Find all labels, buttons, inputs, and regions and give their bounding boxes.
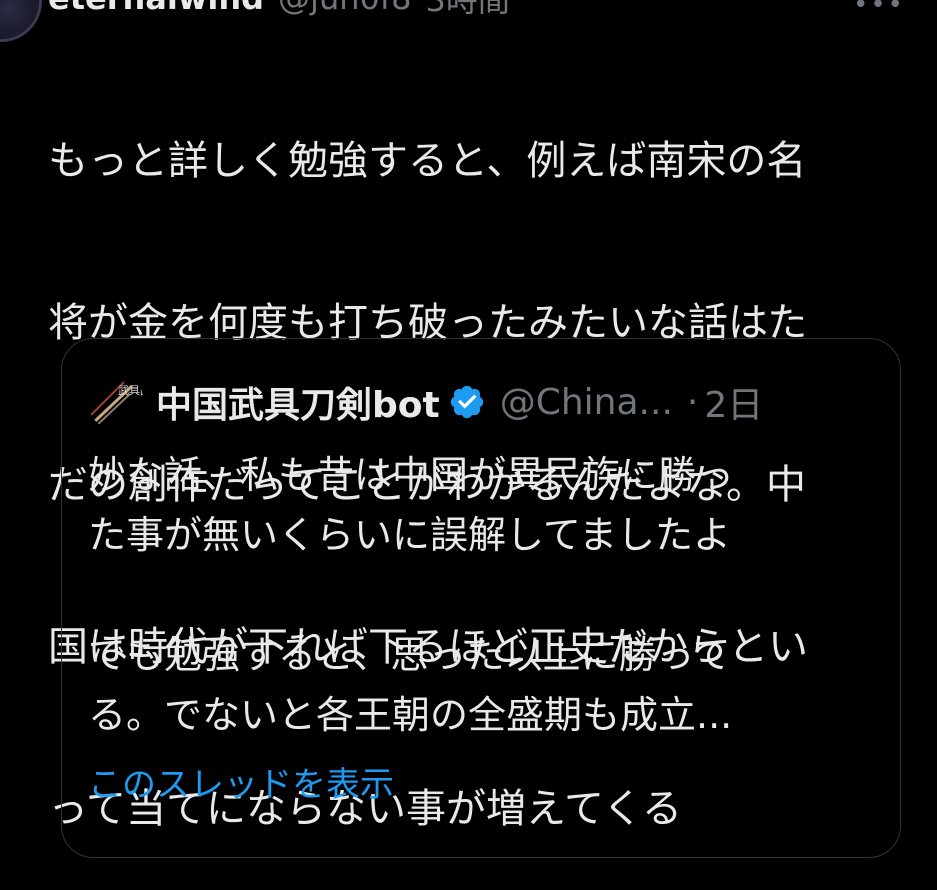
quote-text-line: でも勉強すると、思った以上に勝って: [88, 633, 731, 677]
author-name[interactable]: eternalwind: [48, 0, 264, 17]
show-thread-link[interactable]: このスレッドを表示: [88, 757, 394, 806]
quote-avatar[interactable]: 武具國刀剣Bot: [88, 374, 144, 430]
verified-badge-icon: [448, 383, 486, 421]
quote-text-line: た事が無いくらいに誤解してましたよ: [88, 513, 731, 557]
author-avatar[interactable]: [0, 0, 42, 42]
separator-dot: ·: [686, 381, 699, 423]
quote-header: 武具國刀剣Bot 中国武具刀剣bot @China... · 2日: [88, 374, 763, 430]
more-icon[interactable]: •••: [853, 0, 905, 20]
quote-text-line: 妙な話、私も昔は中国が異民族に勝っ: [88, 453, 735, 497]
quote-author-handle[interactable]: @China...: [500, 382, 673, 423]
quote-tweet-card[interactable]: 武具國刀剣Bot 中国武具刀剣bot @China... · 2日 妙な話、私も…: [61, 338, 901, 858]
tweet-text-line: もっと詳しく勉強すると、例えば南宋の名: [48, 138, 807, 184]
quote-text-line: る。でないと各王朝の全盛期も成立...: [88, 693, 733, 737]
quote-author-name[interactable]: 中国武具刀剣bot: [156, 376, 440, 428]
quote-avatar-text: 武具國刀剣Bot: [118, 384, 144, 397]
quote-avatar-logo: 武具國刀剣Bot: [89, 381, 144, 427]
tweet-time[interactable]: 3時間: [425, 0, 509, 21]
tweet-header: eternalwind @jun0f8 3時間: [48, 0, 510, 21]
quote-text: 妙な話、私も昔は中国が異民族に勝っ た事が無いくらいに誤解してましたよ でも勉強…: [88, 445, 878, 745]
author-handle[interactable]: @jun0f8: [278, 0, 411, 17]
quote-time[interactable]: 2日: [704, 376, 763, 428]
